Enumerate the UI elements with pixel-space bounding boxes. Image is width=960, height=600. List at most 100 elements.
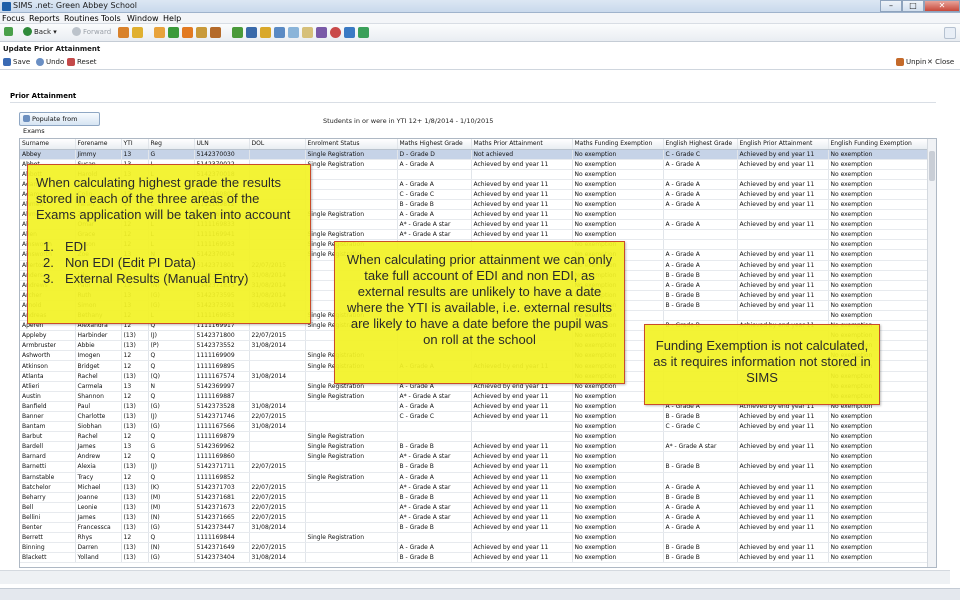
table-cell[interactable]: B - Grade B: [663, 290, 738, 301]
chart-icon[interactable]: [232, 27, 243, 38]
table-cell[interactable]: Achieved by end year 11: [737, 159, 829, 170]
table-cell[interactable]: Jimmy: [75, 149, 122, 160]
table-cell[interactable]: Rachel: [75, 431, 122, 443]
table-cell[interactable]: (13): [121, 330, 149, 342]
maximize-button[interactable]: □: [902, 0, 924, 12]
table-cell[interactable]: No exemption: [572, 179, 664, 190]
table-cell[interactable]: Achieved by end year 11: [737, 189, 829, 200]
table-cell[interactable]: No exemption: [572, 411, 664, 423]
table-cell[interactable]: (G): [148, 522, 195, 534]
table-cell[interactable]: Alexia: [75, 461, 122, 473]
table-cell[interactable]: Achieved by end year 11: [737, 542, 829, 554]
table-cell[interactable]: No exemption: [572, 431, 664, 443]
table-row[interactable]: Blackett Yolland (13) (G) 5142373404 31/08/20…: [20, 552, 930, 564]
folder-icon[interactable]: [154, 27, 165, 38]
table-cell[interactable]: B - Grade B: [397, 441, 472, 453]
table-cell[interactable]: [663, 431, 738, 443]
document-edit-icon[interactable]: [196, 27, 207, 38]
table-cell[interactable]: 5142373552: [194, 340, 250, 352]
table-cell[interactable]: [737, 451, 829, 463]
refresh-icon[interactable]: [944, 27, 956, 39]
table-cell[interactable]: Achieved by end year 11: [737, 522, 829, 534]
table-cell[interactable]: No exemption: [828, 159, 930, 170]
table-cell[interactable]: Banfield: [20, 401, 76, 412]
table-cell[interactable]: [663, 472, 738, 483]
save-button[interactable]: Save: [3, 58, 30, 67]
table-cell[interactable]: 12: [121, 350, 149, 362]
table-cell[interactable]: [663, 310, 738, 322]
table-cell[interactable]: B - Grade B: [663, 461, 738, 473]
table-cell[interactable]: 13: [121, 381, 149, 392]
table-cell[interactable]: 22/07/2015: [249, 461, 306, 473]
table-cell[interactable]: 1111169844: [194, 532, 250, 544]
table-cell[interactable]: A - Grade A: [663, 249, 738, 261]
table-cell[interactable]: Benter: [20, 522, 76, 534]
table-cell[interactable]: No exemption: [572, 542, 664, 554]
table-cell[interactable]: Berrett: [20, 532, 76, 544]
table-cell[interactable]: Harbinder: [75, 330, 122, 342]
table-cell[interactable]: 5142373447: [194, 522, 250, 534]
table-cell[interactable]: No exemption: [572, 209, 664, 221]
table-cell[interactable]: Single Registration: [305, 532, 398, 544]
table-cell[interactable]: Atkinson: [20, 360, 76, 372]
table-cell[interactable]: No exemption: [572, 492, 664, 503]
forward-button[interactable]: Forward: [72, 27, 111, 38]
table-cell[interactable]: Achieved by end year 11: [471, 179, 573, 190]
table-row[interactable]: Bardell James 13 G 5142369962 Single Registra…: [20, 441, 930, 453]
table-cell[interactable]: Single Registration: [305, 149, 398, 160]
column-header[interactable]: YTI: [121, 139, 149, 150]
table-cell[interactable]: 31/08/2014: [249, 522, 306, 534]
table-cell[interactable]: No exemption: [828, 290, 930, 301]
table-cell[interactable]: [305, 411, 398, 423]
user-settings-icon[interactable]: [344, 27, 355, 38]
column-header[interactable]: Maths Funding Exemption: [572, 139, 664, 150]
table-cell[interactable]: Single Registration: [305, 451, 398, 463]
table-cell[interactable]: No exemption: [572, 219, 664, 231]
table-cell[interactable]: [737, 532, 829, 544]
table-cell[interactable]: Bridget: [75, 360, 122, 372]
table-cell[interactable]: [249, 441, 306, 453]
column-header[interactable]: DOL: [249, 139, 306, 150]
table-cell[interactable]: 5142371649: [194, 542, 250, 554]
table-cell[interactable]: B - Grade B: [663, 411, 738, 423]
column-header[interactable]: Maths Prior Attainment: [471, 139, 573, 150]
table-cell[interactable]: No exemption: [828, 260, 930, 271]
table-cell[interactable]: Rachel: [75, 371, 122, 382]
table-cell[interactable]: (13): [121, 502, 149, 513]
table-cell[interactable]: 5142371800: [194, 330, 250, 342]
table-cell[interactable]: B - Grade B: [663, 552, 738, 564]
minimize-button[interactable]: –: [880, 0, 902, 12]
table-cell[interactable]: C - Grade C: [397, 189, 472, 200]
table-cell[interactable]: 31/08/2014: [249, 371, 306, 382]
table-cell[interactable]: Imogen: [75, 350, 122, 362]
table-cell[interactable]: Yolland: [75, 552, 122, 564]
table-cell[interactable]: C - Grade C: [397, 411, 472, 423]
table-cell[interactable]: Abbie: [75, 340, 122, 352]
table-cell[interactable]: Abbey: [20, 149, 76, 160]
table-cell[interactable]: Achieved by end year 11: [737, 552, 829, 564]
table-cell[interactable]: No exemption: [828, 310, 930, 322]
scroll-thumb[interactable]: [929, 151, 935, 181]
table-cell[interactable]: A - Grade A: [397, 472, 472, 483]
table-cell[interactable]: 22/07/2015: [249, 482, 306, 493]
staff-icon[interactable]: [132, 27, 143, 38]
table-cell[interactable]: No exemption: [572, 522, 664, 534]
table-cell[interactable]: 1111169879: [194, 431, 250, 443]
table-cell[interactable]: (K): [148, 482, 195, 493]
table-cell[interactable]: (13): [121, 340, 149, 352]
table-cell[interactable]: No exemption: [572, 421, 664, 433]
table-cell[interactable]: G: [148, 441, 195, 453]
table-row[interactable]: Abbey Jimmy 13 G 5142370030 Single Registrati…: [20, 149, 930, 160]
table-cell[interactable]: Achieved by end year 11: [737, 199, 829, 211]
table-row[interactable]: Benter Francessca (13) (G) 5142373447 31/08/2…: [20, 522, 930, 534]
table-row[interactable]: Banner Charlotte (13) (J) 5142371746 22/07/20…: [20, 411, 930, 423]
table-cell[interactable]: A* - Grade A star: [397, 219, 472, 231]
table-cell[interactable]: 5142369962: [194, 441, 250, 453]
table-cell[interactable]: B - Grade B: [397, 492, 472, 503]
table-cell[interactable]: No exemption: [828, 502, 930, 513]
table-cell[interactable]: No exemption: [572, 229, 664, 241]
table-cell[interactable]: A* - Grade A star: [663, 441, 738, 453]
menu-routines[interactable]: Routines: [64, 13, 99, 24]
table-cell[interactable]: A - Grade A: [663, 179, 738, 190]
table-cell[interactable]: Achieved by end year 11: [471, 502, 573, 513]
